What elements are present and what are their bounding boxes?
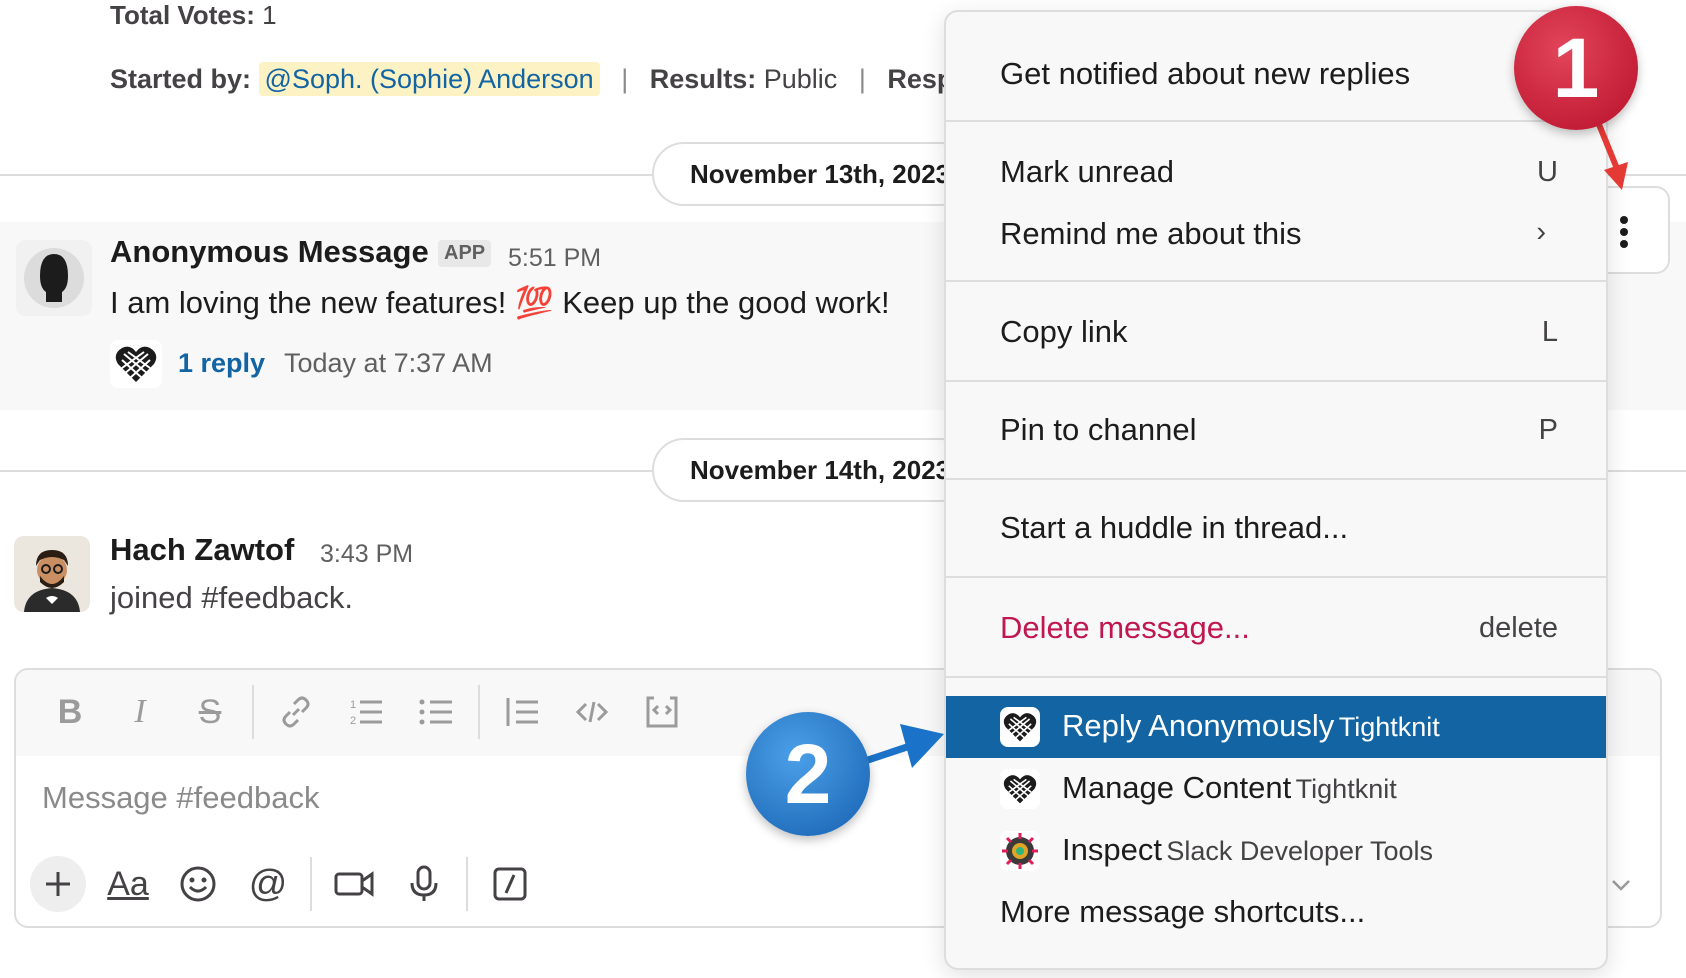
- arrow-head: [1604, 162, 1628, 190]
- step-1-badge: 1: [1514, 6, 1638, 130]
- arrow-head: [900, 724, 944, 768]
- annotation-arrows: [866, 120, 1628, 768]
- step-2-badge: 2: [746, 712, 870, 836]
